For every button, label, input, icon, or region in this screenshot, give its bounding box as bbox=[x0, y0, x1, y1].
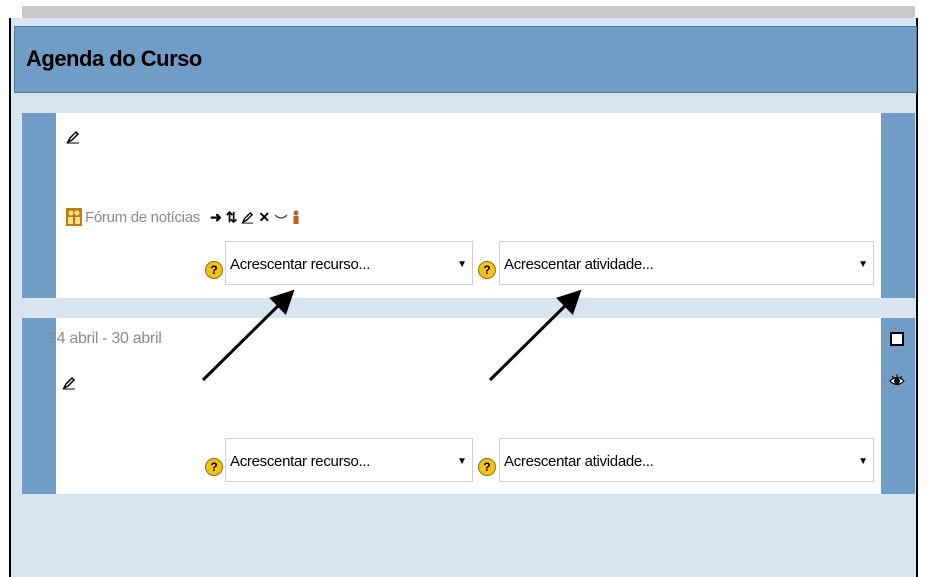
move-updown-icon[interactable]: ⇅ bbox=[226, 209, 238, 226]
add-resource-value: Acrescentar recurso... bbox=[230, 453, 371, 470]
add-activity-value: Acrescentar atividade... bbox=[504, 256, 654, 273]
roles-icon[interactable] bbox=[292, 210, 300, 224]
add-activity-select[interactable]: Acrescentar atividade... ▼ bbox=[499, 241, 874, 285]
move-right-icon[interactable]: ➜ bbox=[210, 209, 222, 226]
chevron-down-icon: ▼ bbox=[858, 259, 868, 270]
forum-news-link[interactable]: Fórum de notícias bbox=[85, 209, 200, 226]
section-right-bar bbox=[881, 113, 915, 298]
help-icon[interactable]: ? bbox=[478, 458, 496, 476]
course-section-0: Fórum de notícias ➜ ⇅ ✕ ? Acrescentar re… bbox=[22, 113, 915, 298]
chevron-down-icon: ▼ bbox=[457, 456, 467, 467]
eye-icon[interactable] bbox=[889, 374, 905, 388]
hide-icon[interactable] bbox=[274, 212, 288, 222]
course-header: Agenda do Curso bbox=[14, 26, 917, 93]
top-scrollbar-strip bbox=[22, 6, 915, 18]
forum-icon bbox=[66, 208, 82, 226]
add-activity-select[interactable]: Acrescentar atividade... ▼ bbox=[499, 438, 874, 482]
highlight-checkbox[interactable] bbox=[890, 332, 904, 346]
edit-icon[interactable] bbox=[241, 211, 254, 224]
chevron-down-icon: ▼ bbox=[858, 456, 868, 467]
add-resource-select[interactable]: Acrescentar recurso... ▼ bbox=[225, 241, 473, 285]
help-icon[interactable]: ? bbox=[205, 261, 223, 279]
section-left-bar bbox=[22, 113, 56, 298]
add-activity-value: Acrescentar atividade... bbox=[504, 453, 654, 470]
forum-news-item: Fórum de notícias ➜ ⇅ ✕ bbox=[66, 206, 300, 228]
section-date-title: 24 abril - 30 abril bbox=[48, 330, 162, 347]
help-icon[interactable]: ? bbox=[205, 458, 223, 476]
edit-summary-icon[interactable] bbox=[66, 130, 80, 144]
edit-summary-icon[interactable] bbox=[62, 376, 76, 390]
course-section-1: 24 abril - 30 abril ? Acrescentar recurs… bbox=[22, 318, 915, 494]
page-title: Agenda do Curso bbox=[26, 46, 202, 71]
add-resource-value: Acrescentar recurso... bbox=[230, 256, 371, 273]
add-resource-select[interactable]: Acrescentar recurso... ▼ bbox=[225, 438, 473, 482]
chevron-down-icon: ▼ bbox=[457, 259, 467, 270]
delete-icon[interactable]: ✕ bbox=[258, 209, 270, 226]
help-icon[interactable]: ? bbox=[478, 261, 496, 279]
forum-actions: ➜ ⇅ ✕ bbox=[210, 209, 300, 226]
